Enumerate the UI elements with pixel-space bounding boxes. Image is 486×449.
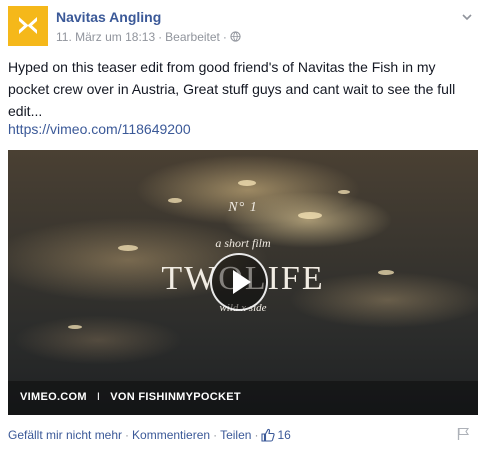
post-actions: Gefällt mir nicht mehr · Kommentieren · Teil…	[8, 428, 478, 444]
page-name-link[interactable]: Navitas Angling	[56, 9, 161, 25]
video-author[interactable]: VON FISHINMYPOCKET	[110, 391, 241, 403]
play-icon	[233, 270, 251, 294]
meta-separator: ·	[158, 30, 163, 44]
globe-icon[interactable]	[230, 31, 241, 42]
like-count[interactable]: 16	[277, 428, 290, 442]
thumbs-up-icon[interactable]	[261, 428, 276, 442]
page-avatar[interactable]	[8, 6, 48, 46]
water-glint	[238, 180, 256, 186]
video-caption: VIMEO.COM I VON FISHINMYPOCKET	[20, 391, 241, 403]
meta-separator: ·	[222, 30, 227, 44]
flag-icon[interactable]	[456, 427, 470, 441]
post-link[interactable]: https://vimeo.com/118649200	[8, 121, 191, 137]
chevron-down-icon[interactable]	[460, 10, 474, 24]
video-player[interactable]: N° 1 a short film TWOLIFE wild x side VI…	[8, 150, 478, 415]
post-message: Hyped on this teaser edit from good frie…	[8, 59, 456, 119]
water-glint	[338, 190, 350, 194]
post-header: Navitas Angling 11. März um 18:13 · Bearbe…	[8, 6, 478, 46]
video-overlay-short-film: a short film	[215, 236, 271, 250]
facebook-post: Navitas Angling 11. März um 18:13 · Bearbe…	[0, 0, 486, 449]
video-source[interactable]: VIMEO.COM	[20, 391, 87, 403]
play-button[interactable]	[210, 253, 268, 311]
action-separator: ·	[254, 428, 259, 442]
share-link[interactable]: Teilen	[220, 428, 251, 442]
unlike-link[interactable]: Gefällt mir nicht mehr	[8, 428, 122, 442]
post-timestamp[interactable]: 11. März um 18:13	[56, 30, 155, 44]
edited-label[interactable]: Bearbeitet	[165, 30, 220, 44]
comment-link[interactable]: Kommentieren	[132, 428, 210, 442]
action-separator: ·	[213, 428, 218, 442]
caption-separator: I	[96, 391, 101, 403]
post-meta: 11. März um 18:13 · Bearbeitet ·	[56, 30, 241, 44]
navitas-logo-icon	[8, 6, 48, 46]
action-separator: ·	[125, 428, 130, 442]
water-glint	[68, 325, 82, 329]
video-overlay-number: N° 1	[228, 200, 258, 215]
video-caption-bar: VIMEO.COM I VON FISHINMYPOCKET	[8, 381, 478, 415]
